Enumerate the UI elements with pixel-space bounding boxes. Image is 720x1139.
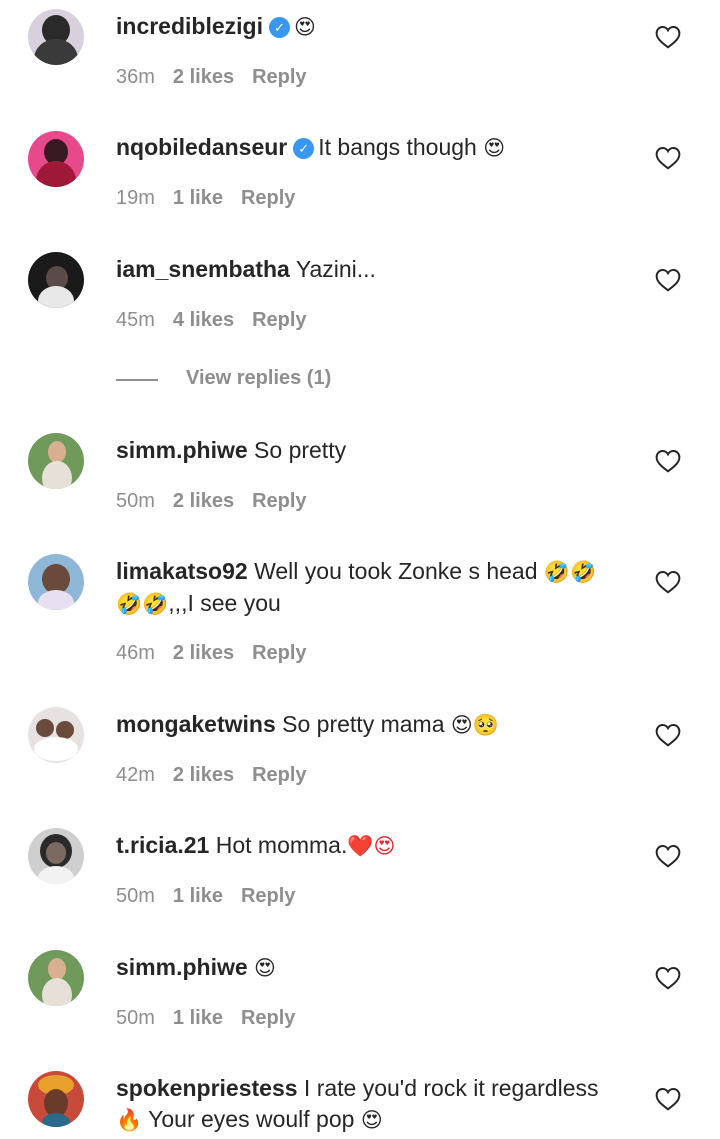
comment-username[interactable]: t.ricia.21 [116,832,209,858]
reply-button[interactable]: Reply [241,187,295,209]
comment-meta: 50m 2 likes Reply [116,490,325,513]
comment-likes[interactable]: 2 likes [173,66,234,88]
reply-button[interactable]: Reply [252,764,306,786]
comment-body: Well you took Zonke s head [254,558,538,584]
verified-badge-icon: ✓ [293,138,315,159]
comment-likes[interactable]: 1 like [173,1007,223,1029]
comment-meta: 46m 2 likes Reply [116,642,325,665]
comment-username[interactable]: nqobiledanseur [116,134,287,160]
comment-time: 42m [116,764,155,786]
comment-text: simm.phiwe 😍 [116,952,636,984]
avatar[interactable] [28,707,84,763]
comment-username[interactable]: simm.phiwe [116,954,248,980]
view-replies-label: View replies (1) [186,367,332,389]
comment-time: 46m [116,642,155,664]
comment-meta: 50m 1 like Reply [116,885,313,908]
comment-username[interactable]: simm.phiwe [116,437,248,463]
comment-emoji: 😍🥺 [450,713,499,737]
verified-badge-icon: ✓ [268,17,290,38]
comment-emoji: 😍 [483,136,506,160]
comment-time: 45m [116,309,155,331]
heart-outline-icon[interactable] [655,966,681,990]
comment-username[interactable]: incrediblezigi [116,13,263,39]
comment-emoji: 😍 [254,956,276,980]
reply-button[interactable]: Reply [241,1007,295,1029]
avatar[interactable] [28,252,84,308]
comment-emoji: 🤣🤣 [116,592,169,616]
comment-meta: 42m 2 likes Reply [116,764,325,787]
comment-body: So pretty mama [282,711,445,737]
reply-button[interactable]: Reply [252,642,306,664]
comment-text: t.ricia.21 Hot momma.❤️😍 [116,830,636,862]
comment-time: 19m [116,187,155,209]
comment-body-continued: Your eyes woulf pop [148,1106,355,1132]
heart-outline-icon[interactable] [655,146,681,170]
reply-button[interactable]: Reply [241,885,295,907]
comment-body: Yazini... [295,256,376,282]
heart-outline-icon[interactable] [655,1087,681,1111]
avatar[interactable] [28,433,84,489]
reply-button[interactable]: Reply [252,66,306,88]
comment-time: 36m [116,66,155,88]
comment-meta: 50m 1 like Reply [116,1007,313,1030]
comment-meta: 45m 4 likes Reply [116,309,325,332]
heart-outline-icon[interactable] [655,723,681,747]
heart-outline-icon[interactable] [655,25,681,49]
comment-text: spokenpriestess I rate you'd rock it reg… [116,1073,636,1136]
comment-likes[interactable]: 1 like [173,885,223,907]
comment-emoji: 😍 [293,15,316,39]
comment-meta: 19m 1 like Reply [116,187,313,210]
comment-likes[interactable]: 1 like [173,187,223,209]
comment-text: simm.phiwe So pretty [116,435,636,466]
comment-body: I rate you'd rock it regardless [303,1075,599,1101]
avatar[interactable] [28,950,84,1006]
comment-text: iam_snembatha Yazini... [116,254,636,285]
comment-time: 50m [116,490,155,512]
comment-meta: 36m 2 likes Reply [116,66,325,89]
comment-body-continued: ,,,I see you [168,590,281,616]
comment-likes[interactable]: 2 likes [173,490,234,512]
comment-likes[interactable]: 2 likes [173,642,234,664]
comment-time: 50m [116,885,155,907]
heart-outline-icon[interactable] [655,570,681,594]
heart-outline-icon[interactable] [655,844,681,868]
comment-text: incrediblezigi ✓ 😍 [116,11,636,43]
comment-likes[interactable]: 2 likes [173,764,234,786]
comment-text: nqobiledanseur ✓ It bangs though 😍 [116,132,636,164]
comment-likes[interactable]: 4 likes [173,309,234,331]
fire-emoji: 🔥 [116,1108,143,1132]
comment-username[interactable]: iam_snembatha [116,256,290,282]
comment-emoji: 🤣🤣 [543,560,597,584]
reply-button[interactable]: Reply [252,490,306,512]
comment-body: Hot momma. [215,832,348,858]
avatar[interactable] [28,9,84,65]
comment-username[interactable]: limakatso92 [116,558,248,584]
comment-body: So pretty [254,437,347,463]
comment-username[interactable]: spokenpriestess [116,1075,298,1101]
avatar[interactable] [28,131,84,187]
reply-button[interactable]: Reply [252,309,306,331]
avatar[interactable] [28,1071,84,1127]
heart-outline-icon[interactable] [655,449,681,473]
comment-text: limakatso92 Well you took Zonke s head 🤣… [116,556,636,620]
comment-text: mongaketwins So pretty mama 😍🥺 [116,709,636,741]
avatar[interactable] [28,828,84,884]
comment-username[interactable]: mongaketwins [116,711,276,737]
comment-body: It bangs though [318,134,477,160]
heart-outline-icon[interactable] [655,268,681,292]
comment-emoji: ❤️😍 [347,834,396,858]
comment-time: 50m [116,1007,155,1029]
avatar[interactable] [28,554,84,610]
comment-emoji: 😍 [360,1108,383,1132]
view-replies-divider [116,379,158,381]
